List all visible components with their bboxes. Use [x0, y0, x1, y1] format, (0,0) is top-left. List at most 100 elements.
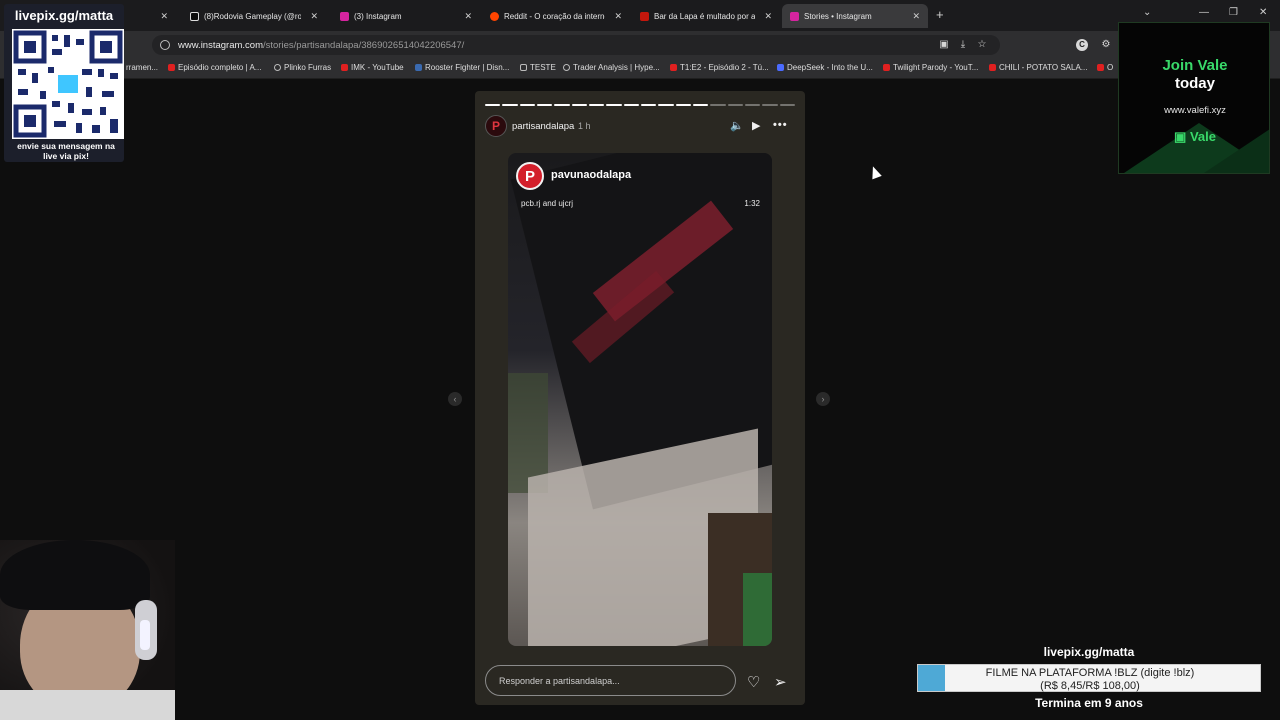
- story-timestamp: 1 h: [578, 121, 591, 131]
- bookmark-item[interactable]: Twilight Parody - YouT...: [883, 63, 978, 72]
- folder-icon: [520, 64, 527, 71]
- tab-6-active[interactable]: Stories • Instagram ✕: [782, 4, 928, 28]
- youtube-icon: [1097, 64, 1104, 71]
- bookmark-label: T1:E2 - Episódio 2 - Tú...: [680, 63, 769, 72]
- story-media[interactable]: P pavunaodalapa pcb.rj and ujcrj 1:32: [508, 153, 772, 646]
- bookmark-item[interactable]: rramen...: [126, 63, 158, 72]
- restore-icon[interactable]: ❐: [1229, 7, 1238, 18]
- bookmark-label: DeepSeek - Into the U...: [787, 63, 873, 72]
- close-tab-icon[interactable]: ✕: [310, 11, 318, 22]
- heart-icon[interactable]: ♡: [747, 673, 760, 691]
- new-tab-icon[interactable]: +: [936, 7, 944, 22]
- disney-icon: [415, 64, 422, 71]
- vale-today-text: today: [1174, 75, 1215, 92]
- story-progress-segment: [727, 104, 743, 106]
- story-progress-segment: [779, 104, 795, 106]
- donation-goal-bar: FILME NA PLATAFORMA !BLZ (digite !blz) (…: [917, 664, 1261, 692]
- photo-light: [743, 573, 772, 646]
- volume-icon[interactable]: 🔈: [730, 119, 744, 132]
- bookmark-label: TESTE: [530, 63, 556, 72]
- close-tab-icon[interactable]: ✕: [912, 11, 920, 22]
- next-story-icon[interactable]: ›: [816, 392, 830, 406]
- extensions-puzzle-icon[interactable]: ⚙: [1100, 39, 1112, 51]
- bookmark-item[interactable]: Trader Analysis | Hype...: [563, 63, 660, 72]
- close-tab-icon[interactable]: ✕: [464, 11, 472, 22]
- tab-search-icon[interactable]: ⌄: [1143, 7, 1151, 18]
- bookmark-item[interactable]: Rooster Fighter | Disn...: [415, 63, 509, 72]
- vale-brand: ▣ Vale: [1119, 129, 1269, 145]
- post-duration: 1:32: [744, 199, 760, 208]
- youtube-icon: [168, 64, 175, 71]
- more-options-icon[interactable]: •••: [773, 119, 788, 131]
- donation-goal-deadline: Termina em 9 anos: [1035, 696, 1143, 710]
- bookmark-item[interactable]: Episódio completo | A...: [168, 63, 261, 72]
- tab-4[interactable]: Reddit - O coração da internet ✕: [482, 4, 630, 28]
- story-progress-segment: [536, 104, 553, 106]
- donation-goal-amount: (R$ 8,45/R$ 108,00): [1040, 680, 1140, 692]
- avatar[interactable]: P: [485, 115, 507, 137]
- post-avatar[interactable]: P: [516, 162, 544, 190]
- previous-story-icon[interactable]: ‹: [448, 392, 462, 406]
- globe-icon: [274, 64, 281, 71]
- tab-1[interactable]: ✕: [124, 4, 176, 28]
- bookmark-folder[interactable]: TESTE: [520, 63, 556, 72]
- bookmark-label: rramen...: [126, 63, 159, 72]
- bookmark-label: Twilight Parody - YouT...: [893, 63, 979, 72]
- bookmark-label: O: [1107, 63, 1114, 72]
- bookmark-item[interactable]: Plinko Furras: [274, 63, 331, 72]
- url-host: www.instagram.com: [178, 39, 263, 51]
- story-progress-segment: [692, 104, 709, 106]
- play-icon[interactable]: ▶: [752, 119, 760, 132]
- bookmark-item[interactable]: O: [1097, 63, 1113, 72]
- close-tab-icon[interactable]: ✕: [764, 11, 772, 22]
- tab-2[interactable]: (8)Rodovia Gameplay (@rodovi ✕: [182, 4, 326, 28]
- download-icon[interactable]: ⤓: [957, 39, 969, 51]
- vale-join-text: Join Vale: [1162, 57, 1228, 74]
- qr-caption-line: envie sua mensagem na: [17, 141, 115, 151]
- bookmark-item[interactable]: CHILI - POTATO SALA...: [989, 63, 1087, 72]
- story-username[interactable]: partisandalapa: [512, 121, 574, 132]
- reply-input[interactable]: Responder a partisandalapa...: [485, 665, 736, 696]
- story-progress-segment: [519, 104, 535, 106]
- tab-title: Reddit - O coração da internet: [504, 11, 606, 21]
- ticker-url: livepix.gg/matta: [1043, 645, 1135, 659]
- story-progress-segment: [571, 104, 587, 106]
- tab-5[interactable]: Bar da Lapa é multado por aviso ✕: [632, 4, 780, 28]
- mouse-cursor-icon: [868, 164, 882, 180]
- post-username[interactable]: pavunaodalapa: [551, 169, 631, 181]
- url-path: /stories/partisandalapa/3869026514042206…: [263, 39, 465, 51]
- bookmark-item[interactable]: IMK - YouTube: [341, 63, 404, 72]
- tab-title: (8)Rodovia Gameplay (@rodovi: [204, 11, 302, 21]
- streamer-shirt: [0, 690, 175, 720]
- browser-toolbar: www.instagram.com /stories/partisandalap…: [0, 31, 1280, 59]
- bookmark-item[interactable]: T1:E2 - Episódio 2 - Tú...: [670, 63, 769, 72]
- story-progress-segment: [675, 104, 691, 106]
- youtube-icon: [883, 64, 890, 71]
- send-icon[interactable]: ➢: [774, 673, 787, 691]
- tab-3[interactable]: (3) Instagram ✕: [332, 4, 480, 28]
- close-tab-icon[interactable]: ✕: [160, 11, 168, 22]
- close-tab-icon[interactable]: ✕: [614, 11, 622, 22]
- extension-c-icon[interactable]: C: [1076, 39, 1088, 51]
- webcam-overlay: [0, 540, 175, 720]
- bookmark-star-icon[interactable]: ☆: [976, 39, 988, 51]
- tab-title: (3) Instagram: [354, 11, 402, 21]
- story-progress-segment: [744, 104, 761, 106]
- install-app-icon[interactable]: ▣: [938, 39, 950, 51]
- qr-code-graphic: [13, 30, 123, 138]
- bookmark-label: IMK - YouTube: [351, 63, 404, 72]
- story-progress-segment: [554, 104, 570, 106]
- youtube-icon: [670, 64, 677, 71]
- story-progress-segment: [623, 104, 639, 106]
- headset-light: [140, 620, 150, 650]
- bookmark-item[interactable]: DeepSeek - Into the U...: [777, 63, 873, 72]
- minimize-icon[interactable]: —: [1199, 7, 1209, 18]
- address-bar[interactable]: www.instagram.com /stories/partisandalap…: [152, 35, 1000, 55]
- site-info-icon[interactable]: [160, 40, 170, 50]
- deepseek-icon: [777, 64, 784, 71]
- livepix-qr-overlay: livepix.gg/matta envie sua mensagem na l…: [4, 4, 124, 162]
- reply-placeholder: Responder a partisandalapa...: [499, 675, 620, 686]
- close-window-icon[interactable]: ✕: [1259, 7, 1267, 18]
- story-progress-segment: [640, 104, 657, 106]
- globe-icon: [563, 64, 570, 71]
